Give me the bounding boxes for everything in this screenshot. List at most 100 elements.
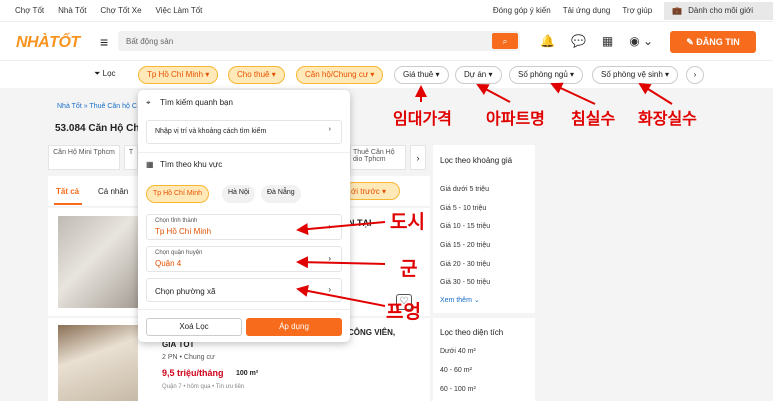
chip-bedrooms-label: Số phòng ngủ [518,70,568,79]
search-placeholder: Bất động sản [126,37,174,46]
search-input[interactable]: Bất động sản ⌕ [118,31,520,51]
city-chip-hcm[interactable]: Tp Hồ Chí Minh [146,185,210,203]
feedback-link[interactable]: Đóng góp ý kiến [493,2,551,20]
logo[interactable]: NHÀTỐT [16,34,80,52]
chip-rent-label: Cho thuê [237,70,270,79]
map-icon: ▦ [146,160,154,169]
listing-meta: 2 PN • Chung cư [162,354,215,361]
nearby-title: Tìm kiếm quanh bạn [160,98,233,107]
annotation-ward: 프엉 [386,301,421,323]
province-select[interactable]: Chọn tỉnh thành Tp Hồ Chí Minh › [146,214,342,240]
annotation-city: 도시 [390,211,425,233]
district-value: Quận 4 [155,259,182,268]
price-option[interactable]: Giá 5 - 10 triệu [440,205,486,212]
listing-image [58,325,138,401]
breadcrumb[interactable]: Nhà Tốt » Thuê Căn hộ C [57,103,137,110]
annotation-district: 군 [400,258,418,280]
chevron-right-icon: › [328,222,331,231]
edit-icon: ✎ [686,37,697,47]
seller-label: Dành cho môi giới [688,6,753,15]
search-button[interactable]: ⌕ [492,33,518,49]
listing-area: 100 m² [236,370,259,377]
price-option[interactable]: Giá 20 - 30 triệu [440,261,490,268]
price-option[interactable]: Giá 15 - 20 triệu [440,242,490,249]
area-option[interactable]: 40 - 60 m² [440,367,472,374]
top-bar: Chợ Tốt Nhà Tốt Chợ Tốt Xe Việc Làm Tốt … [0,0,773,22]
chip-project[interactable]: Dự án ▾ [455,66,502,84]
see-more-label: Xem thêm [440,297,472,304]
category-card[interactable]: Căn Hộ Mini Tphcm [48,145,120,170]
menu-icon[interactable]: ≡ [100,34,108,50]
funnel-icon: ⏷ [94,69,103,78]
nearby-input-label: Nhập vị trí và khoảng cách tìm kiếm [155,128,267,135]
search-icon: ⌕ [502,36,508,46]
annotation-bedrooms: 침실수 [571,109,616,128]
topbar-link-nha-tot[interactable]: Nhà Tốt [58,6,86,15]
nearby-input[interactable]: Nhập vị trí và khoảng cách tìm kiếm › [146,120,342,144]
tab-personal[interactable]: Cá nhân [98,187,128,196]
tab-indicator [54,203,82,205]
post-ad-button[interactable]: ✎ ĐĂNG TIN [670,31,756,53]
header: NHÀTỐT ≡ Bất động sản ⌕ 🔔 💬 ▦ ◉ ⌄ ✎ ĐĂNG… [0,22,773,60]
annotation-bathrooms: 화장실수 [638,109,697,128]
seller-button[interactable]: 💼 Dành cho môi giới [664,2,773,20]
chip-city-label: Tp Hồ Chí Minh [147,70,204,79]
topbar-link-cho-tot[interactable]: Chợ Tốt [15,6,44,15]
city-chip-hanoi[interactable]: Hà Nội [222,185,256,203]
price-option[interactable]: Giá 10 - 15 triệu [440,223,490,230]
area-search-title: Tìm theo khu vực [160,160,223,169]
area-filter-title: Lọc theo diện tích [440,328,504,337]
listing-subinfo: Quận 7 • hôm qua • Tin ưu tiên [162,384,245,390]
chip-rent[interactable]: Cho thuê ▾ [228,66,285,84]
location-pin-icon: ⌖ [146,98,151,107]
listing-title[interactable]: CÔNG VIÊN, [348,328,395,337]
tab-all[interactable]: Tất cả [56,187,79,196]
district-label: Chọn quận huyện [155,250,203,256]
chip-bedrooms[interactable]: Số phòng ngủ ▾ [509,66,584,84]
chevron-right-icon[interactable]: › [686,66,704,84]
post-ad-label: ĐĂNG TIN [696,37,740,47]
district-select[interactable]: Chọn quận huyện Quận 4 › [146,246,342,272]
province-label: Chọn tỉnh thành [155,218,198,224]
chevron-right-icon[interactable]: › [410,145,426,170]
sort-label: ới trước [351,187,380,196]
chip-bathrooms[interactable]: Số phòng vệ sinh ▾ [592,66,679,84]
divider [138,309,350,310]
user-icon[interactable]: ◉ ⌄ [629,34,653,48]
annotation-price: 임대가격 [393,109,452,128]
help-link[interactable]: Trợ giúp [622,2,652,20]
chevron-right-icon: › [328,285,331,294]
chip-bathrooms-label: Số phòng vệ sinh [601,70,663,79]
chip-city[interactable]: Tp Hồ Chí Minh ▾ [138,66,219,84]
bell-icon[interactable]: 🔔 [540,34,555,48]
topbar-link-viec-lam[interactable]: Việc Làm Tốt [156,6,203,15]
topbar-link-cho-tot-xe[interactable]: Chợ Tốt Xe [100,6,141,15]
location-panel: ⌖ Tìm kiếm quanh bạn Nhập vị trí và khoả… [138,90,350,342]
price-filter-title: Lọc theo khoảng giá [440,156,513,165]
sort-button[interactable]: ới trước ▾ [344,182,400,200]
city-chip-danang[interactable]: Đà Nẵng [261,185,301,203]
area-option[interactable]: 60 - 100 m² [440,386,476,393]
apply-button[interactable]: Áp dụng [246,318,342,336]
chevron-right-icon: › [328,254,331,263]
chip-price[interactable]: Giá thuê ▾ [394,66,449,84]
chat-icon[interactable]: 💬 [571,34,586,48]
filter-bar: ⏷ Lọc Tp Hồ Chí Minh ▾ Cho thuê ▾ Căn hộ… [0,60,773,88]
category-card[interactable]: T [124,145,138,170]
see-more-link[interactable]: Xem thêm ⌄ [440,296,480,304]
category-card[interactable]: Thuê Căn Hộ dio Tphcm [350,145,406,170]
chip-property-type[interactable]: Căn hộ/Chung cư ▾ [296,66,384,84]
price-option[interactable]: Giá 30 - 50 triệu [440,279,490,286]
clear-filter-button[interactable]: Xoá Lọc [146,318,242,336]
area-filter-box: Lọc theo diện tích Dưới 40 m² 40 - 60 m²… [433,318,535,401]
annotation-project: 아파트명 [486,109,545,128]
manage-icon[interactable]: ▦ [602,34,613,48]
ward-label: Chọn phường xã [155,287,216,296]
listing-title[interactable]: N TẠI [348,218,372,228]
area-option[interactable]: Dưới 40 m² [440,348,476,355]
download-app-link[interactable]: Tải ứng dụng [563,2,611,20]
price-filter-box: Lọc theo khoảng giá Giá dưới 5 triệu Giá… [433,145,535,313]
filter-button[interactable]: ⏷ Lọc [90,66,120,84]
ward-select[interactable]: Chọn phường xã › [146,278,342,302]
price-option[interactable]: Giá dưới 5 triệu [440,186,489,193]
